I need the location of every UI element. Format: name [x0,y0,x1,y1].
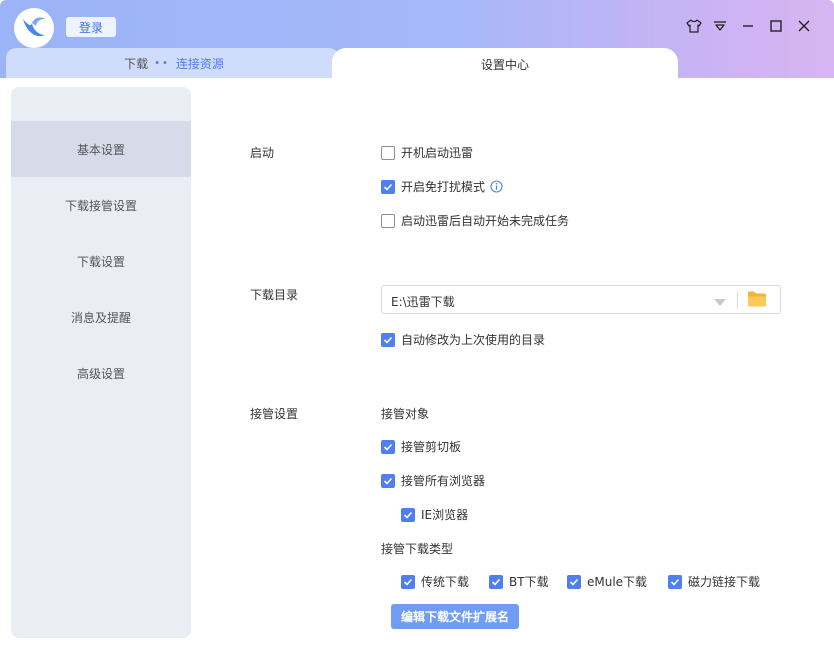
option-label: 开机启动迅雷 [401,146,474,160]
folder-icon[interactable] [747,290,767,311]
skin-icon[interactable] [683,15,705,37]
settings-sidebar: 基本设置 下载接管设置 下载设置 消息及提醒 高级设置 [11,87,191,638]
option-label: IE浏览器 [421,508,469,522]
startup-option-dnd[interactable]: 开启免打扰模式 [381,178,503,195]
login-button[interactable]: 登录 [66,17,116,37]
checkbox-auto-change-dir[interactable] [381,332,395,347]
takeover-target-label: 接管对象 [381,407,430,421]
option-label: 自动修改为上次使用的目录 [401,333,546,347]
takeover-ie-option[interactable]: IE浏览器 [401,506,468,523]
info-icon[interactable] [490,180,503,193]
sidebar-item-notifications[interactable]: 消息及提醒 [11,289,191,345]
auto-change-dir-option[interactable]: 自动修改为上次使用的目录 [381,331,545,348]
checkbox-traditional[interactable] [401,574,415,589]
download-dir-path: E:\迅雷下载 [391,295,455,309]
checkbox-dnd[interactable] [381,179,395,194]
type-bt-option[interactable]: BT下载 [489,573,549,590]
takeover-section-label: 接管设置 [250,407,299,421]
startup-option-autostart[interactable]: 开机启动迅雷 [381,144,473,161]
sidebar-item-label: 基本设置 [76,142,125,157]
takeover-clipboard-option[interactable]: 接管剪切板 [381,438,461,455]
tab-settings-label: 设置中心 [480,57,529,72]
menu-icon[interactable] [709,15,731,37]
checkbox-autostart[interactable] [381,145,395,160]
sidebar-item-label: 高级设置 [76,366,125,381]
type-traditional-option[interactable]: 传统下载 [401,573,469,590]
tab-dots-icon: •• [154,57,170,69]
app-logo-icon [14,8,54,48]
option-label: 接管剪切板 [401,440,462,454]
tab-settings[interactable]: 设置中心 [332,48,678,80]
option-label: 磁力链接下载 [688,575,761,589]
option-label: BT下载 [509,575,549,589]
checkbox-resume[interactable] [381,213,395,228]
startup-option-resume[interactable]: 启动迅雷后自动开始未完成任务 [381,212,569,229]
sidebar-item-basic[interactable]: 基本设置 [11,121,191,177]
title-bar: 登录 下载 •• 连接资源 设置中心 [0,0,834,80]
download-dir-field[interactable]: E:\迅雷下载 [381,285,781,314]
option-label: 启动迅雷后自动开始未完成任务 [401,214,570,228]
sidebar-item-label: 消息及提醒 [70,310,131,325]
option-label: 传统下载 [421,575,470,589]
startup-section-label: 启动 [250,146,275,160]
checkbox-all-browsers[interactable] [381,473,395,488]
checkbox-magnet[interactable] [668,574,682,589]
option-label: 接管所有浏览器 [401,474,486,488]
tab-download[interactable]: 下载 •• 连接资源 [6,48,342,78]
sidebar-item-takeover[interactable]: 下载接管设置 [11,177,191,233]
checkbox-bt[interactable] [489,574,503,589]
connect-resource-link[interactable]: 连接资源 [176,55,224,72]
download-dir-section-label: 下载目录 [250,288,299,302]
type-emule-option[interactable]: eMule下载 [567,573,647,590]
divider [737,291,738,309]
sidebar-item-label: 下载接管设置 [64,198,137,213]
checkbox-ie[interactable] [401,507,415,522]
sidebar-item-download[interactable]: 下载设置 [11,233,191,289]
sidebar-item-advanced[interactable]: 高级设置 [11,345,191,401]
tab-download-label: 下载 [124,56,149,71]
checkbox-emule[interactable] [567,574,581,589]
takeover-types-label: 接管下载类型 [381,542,454,556]
close-icon[interactable] [793,15,815,37]
checkbox-clipboard[interactable] [381,439,395,454]
sidebar-item-label: 下载设置 [76,254,125,269]
option-label: eMule下载 [587,575,648,589]
takeover-all-browsers-option[interactable]: 接管所有浏览器 [381,472,485,489]
maximize-icon[interactable] [765,15,787,37]
type-magnet-option[interactable]: 磁力链接下载 [668,573,760,590]
option-label: 开启免打扰模式 [401,180,486,194]
chevron-down-icon[interactable] [714,296,726,310]
edit-extensions-button[interactable]: 编辑下载文件扩展名 [391,604,519,629]
minimize-icon[interactable] [737,15,759,37]
